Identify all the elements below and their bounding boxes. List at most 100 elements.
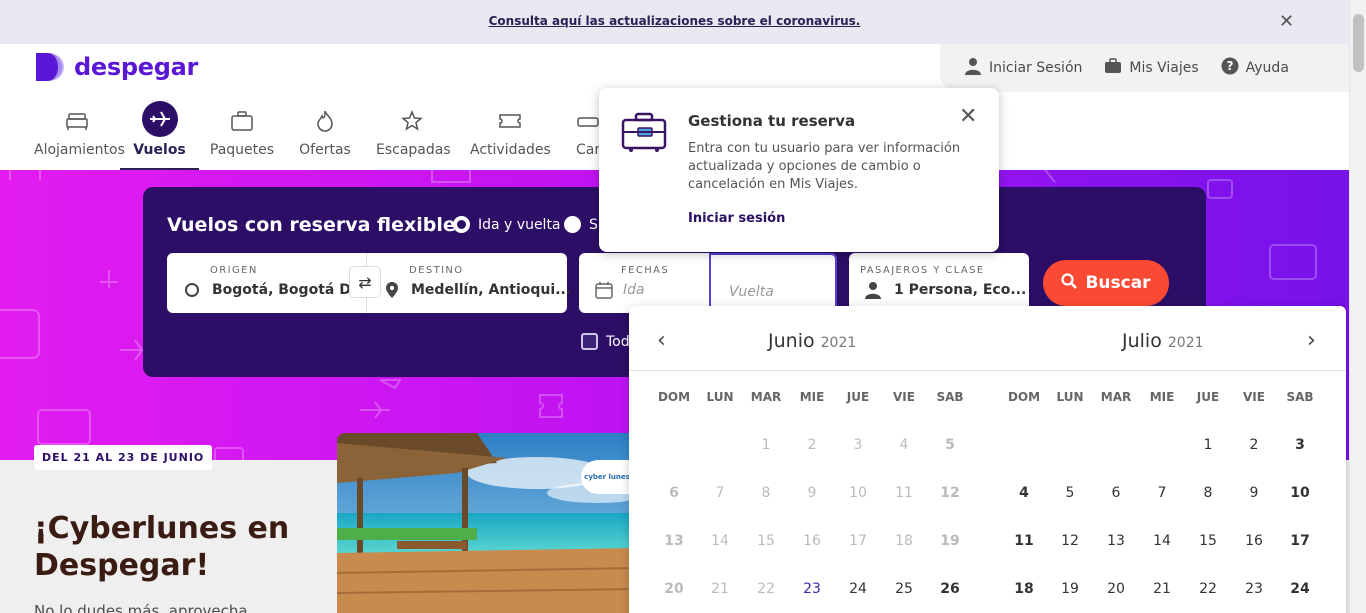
calendar-day[interactable]: 19 <box>1047 581 1093 597</box>
scrollbar-thumb[interactable] <box>1353 14 1364 72</box>
weekday-label: VIE <box>893 390 915 404</box>
my-trips-label: Mis Viajes <box>1129 60 1199 76</box>
calendar-day: 19 <box>940 533 960 549</box>
oneway-radio[interactable]: S <box>564 216 598 233</box>
close-icon[interactable]: ✕ <box>959 106 977 128</box>
tab-ofertas[interactable]: Ofertas <box>295 92 355 170</box>
weekday-label: DOM <box>1007 390 1041 404</box>
calendar-day[interactable]: 16 <box>1231 533 1277 549</box>
departure-date-field[interactable]: FECHAS Ida <box>579 253 709 313</box>
calendar-day[interactable]: 3 <box>1277 437 1323 453</box>
car-icon <box>576 106 600 136</box>
tab-escapadas[interactable]: Escapadas <box>376 92 451 170</box>
calendar-day[interactable]: 5 <box>1047 485 1093 501</box>
calendar-day: 4 <box>899 437 909 453</box>
calendar-icon <box>595 281 613 303</box>
calendar-day[interactable]: 7 <box>1139 485 1185 501</box>
coronavirus-link[interactable]: Consulta aquí las actualizaciones sobre … <box>0 14 1349 28</box>
calendar-day: 20 <box>664 581 684 597</box>
dates-group: FECHAS Ida Vuelta <box>579 253 837 313</box>
page-scrollbar[interactable] <box>1349 0 1366 613</box>
help-link[interactable]: ? Ayuda <box>1221 57 1289 79</box>
search-title: Vuelos con reserva flexible <box>167 214 456 236</box>
calendar-day[interactable]: 11 <box>1001 533 1047 549</box>
tab-car[interactable]: Car <box>576 92 600 170</box>
popover-body: Entra con tu usuario para ver informació… <box>688 141 961 192</box>
origin-field[interactable]: ORIGEN Bogotá, Bogotá D.... <box>167 253 372 313</box>
return-date-field[interactable]: Vuelta <box>709 253 837 313</box>
calendar-day[interactable]: 4 <box>1001 485 1047 501</box>
calendar-day[interactable]: 18 <box>1001 581 1047 597</box>
tab-alojamientos[interactable]: Alojamientos <box>34 92 125 170</box>
calendar-day[interactable]: 25 <box>881 581 927 597</box>
chevron-left-icon[interactable]: ‹ <box>657 330 666 352</box>
flexible-checkbox[interactable]: Tod <box>581 333 630 350</box>
calendar-day[interactable]: 1 <box>1185 437 1231 453</box>
plane-icon <box>120 101 199 137</box>
calendar-day[interactable]: 23 <box>1231 581 1277 597</box>
calendar-day: 14 <box>711 533 729 549</box>
calendar-day: 3 <box>853 437 863 453</box>
chevron-right-icon[interactable]: › <box>1307 330 1316 352</box>
close-icon[interactable]: ✕ <box>1279 13 1297 31</box>
destination-field[interactable]: DESTINO Medellín, Antioqui... <box>367 253 571 313</box>
calendar-day[interactable]: 6 <box>1093 485 1139 501</box>
star-plane-icon <box>376 106 448 136</box>
popover-login-link[interactable]: Iniciar sesión <box>688 211 785 226</box>
flame-icon <box>295 106 355 136</box>
logo-wordmark: despegar <box>74 53 199 81</box>
login-link[interactable]: Iniciar Sesión <box>964 57 1082 79</box>
calendar-day: 12 <box>940 485 960 501</box>
weekday-label: SAB <box>936 390 964 404</box>
calendar-day: 6 <box>669 485 679 501</box>
despegar-logo[interactable]: despegar <box>34 51 198 83</box>
weekday-label: MIE <box>799 390 825 404</box>
passengers-field[interactable]: PASAJEROS Y CLASE 1 Persona, Eco... <box>849 253 1029 313</box>
search-icon <box>1061 272 1078 294</box>
svg-text:?: ? <box>1226 59 1233 73</box>
ticket-icon <box>470 106 550 136</box>
tab-vuelos[interactable]: Vuelos <box>120 92 199 170</box>
swap-arrows-icon: ⇄ <box>358 272 372 292</box>
calendar-day[interactable]: 15 <box>1185 533 1231 549</box>
cyberlunes-badge: cyber lunes <box>581 460 633 494</box>
calendar-day[interactable]: 23 <box>789 581 835 597</box>
calendar-day[interactable]: 12 <box>1047 533 1093 549</box>
luggage-icon <box>1104 57 1122 79</box>
calendar-day[interactable]: 8 <box>1185 485 1231 501</box>
calendar-day[interactable]: 20 <box>1093 581 1139 597</box>
promo-date-tag: DEL 21 AL 23 DE JUNIO <box>34 445 213 470</box>
suitcase-icon <box>207 106 277 136</box>
calendar-day[interactable]: 13 <box>1093 533 1139 549</box>
calendar-day[interactable]: 26 <box>927 581 973 597</box>
weekday-label: MAR <box>1100 390 1132 404</box>
calendar-day[interactable]: 21 <box>1139 581 1185 597</box>
user-icon <box>964 57 982 79</box>
weekday-label: SAB <box>1286 390 1314 404</box>
calendar-day: 17 <box>849 533 867 549</box>
search-button[interactable]: Buscar <box>1043 260 1169 306</box>
weekday-label: JUE <box>1196 390 1220 404</box>
tab-actividades[interactable]: Actividades <box>470 92 551 170</box>
calendar-day: 21 <box>711 581 729 597</box>
calendar-day[interactable]: 17 <box>1277 533 1323 549</box>
weekday-label: DOM <box>657 390 691 404</box>
weekday-label: MAR <box>750 390 782 404</box>
briefcase-icon <box>621 112 667 156</box>
calendar-day[interactable]: 9 <box>1231 485 1277 501</box>
user-nav: Iniciar Sesión Mis Viajes ? Ayuda <box>940 44 1349 92</box>
calendar-day[interactable]: 24 <box>835 581 881 597</box>
calendar-day[interactable]: 10 <box>1277 485 1323 501</box>
calendar-day: 11 <box>895 485 913 501</box>
calendar-header: ‹ Junio 2021 Julio 2021 › <box>629 306 1346 371</box>
calendar-day[interactable]: 22 <box>1185 581 1231 597</box>
calendar-day[interactable]: 24 <box>1277 581 1323 597</box>
roundtrip-radio[interactable]: Ida y vuelta <box>453 216 561 233</box>
calendar-day[interactable]: 2 <box>1231 437 1277 453</box>
origin-circle-icon <box>185 283 199 297</box>
announcement-banner: Consulta aquí las actualizaciones sobre … <box>0 0 1349 44</box>
tab-paquetes[interactable]: Paquetes <box>207 92 277 170</box>
my-trips-link[interactable]: Mis Viajes <box>1104 57 1199 79</box>
swap-button[interactable]: ⇄ <box>349 266 381 298</box>
calendar-day[interactable]: 14 <box>1139 533 1185 549</box>
